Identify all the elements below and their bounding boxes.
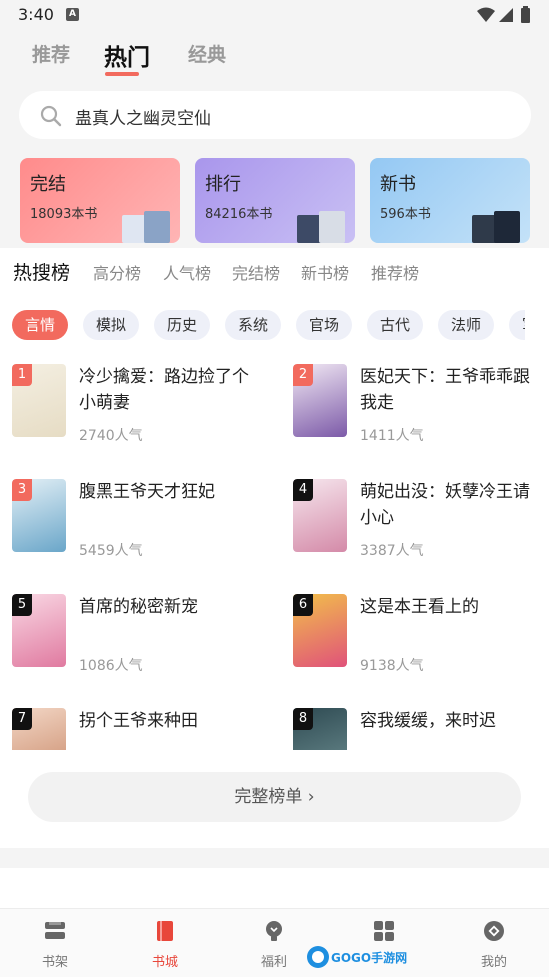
book-item[interactable]: 3 腹黑王爷天才狂妃 5459人气 xyxy=(12,479,272,574)
chip-simulation[interactable]: 模拟 xyxy=(83,310,140,340)
chip-history[interactable]: 历史 xyxy=(154,310,211,340)
signal-icon xyxy=(499,8,513,22)
card-completed[interactable]: 完结 18093本书 xyxy=(20,158,180,243)
rank-badge: 1 xyxy=(12,364,32,386)
book-popularity: 9138人气 xyxy=(360,658,424,674)
rank-tab-high-score[interactable]: 高分榜 xyxy=(93,260,141,284)
bookshelf-icon xyxy=(45,922,65,939)
profile-icon xyxy=(484,921,504,941)
nav-label: 我的 xyxy=(480,955,507,970)
nav-label: 书架 xyxy=(41,955,68,970)
search-icon xyxy=(40,105,62,127)
card-book-covers xyxy=(122,209,176,243)
tab-hot[interactable]: 热门 xyxy=(104,38,150,72)
book-cover: 7 xyxy=(12,708,66,750)
genre-chips: 言情 模拟 历史 系统 官场 古代 法师 军 xyxy=(0,310,525,342)
book-item[interactable]: 8 容我缓缓，来时迟 xyxy=(293,708,549,750)
book-title: 容我缓缓，来时迟 xyxy=(360,711,496,731)
rank-tab-popularity[interactable]: 人气榜 xyxy=(163,260,211,284)
book-item[interactable]: 4 萌妃出没：妖孽冷王请小心 3387人气 xyxy=(293,479,549,574)
book-title: 医妃天下：王爷乖乖跟我走 xyxy=(360,367,530,413)
book-title: 拐个王爷来种田 xyxy=(79,711,198,731)
card-book-covers xyxy=(297,209,351,243)
rank-badge: 5 xyxy=(12,594,32,616)
rank-tab-recommended[interactable]: 推荐榜 xyxy=(371,260,419,284)
tab-active-indicator xyxy=(105,72,139,76)
book-cover: 2 xyxy=(293,364,347,437)
book-title: 腹黑王爷天才狂妃 xyxy=(79,482,215,502)
wifi-icon xyxy=(477,7,495,22)
book-item[interactable]: 6 这是本王看上的 9138人气 xyxy=(293,594,549,689)
bulb-icon xyxy=(266,921,282,941)
book-title: 这是本王看上的 xyxy=(360,597,479,617)
rank-tab-new[interactable]: 新书榜 xyxy=(301,260,349,284)
section-divider xyxy=(0,848,549,868)
book-title: 萌妃出没：妖孽冷王请小心 xyxy=(360,482,530,528)
rank-badge: 7 xyxy=(12,708,32,730)
book-cover: 1 xyxy=(12,364,66,437)
nav-benefits[interactable]: 福利 xyxy=(244,919,304,970)
bottom-nav: 书架 书城 福利 我的 xyxy=(0,908,549,977)
nav-profile[interactable]: 我的 xyxy=(464,919,524,970)
svg-text:GOGO手游网: GOGO手游网 xyxy=(331,950,407,965)
search-query: 蛊真人之幽灵空仙 xyxy=(75,109,211,129)
book-icon xyxy=(157,921,173,941)
status-bar: 3:40 A xyxy=(0,0,549,30)
book-popularity: 2740人气 xyxy=(79,428,143,444)
chip-military[interactable]: 军 xyxy=(509,310,525,340)
rank-badge: 2 xyxy=(293,364,313,386)
card-title: 完结 xyxy=(30,174,66,195)
book-title: 首席的秘密新宠 xyxy=(79,597,198,617)
book-popularity: 3387人气 xyxy=(360,543,424,559)
nav-label: 书城 xyxy=(151,955,178,970)
tab-classic[interactable]: 经典 xyxy=(188,40,226,67)
status-time: 3:40 xyxy=(18,5,54,24)
book-item[interactable]: 1 冷少擒爱：路边捡了个小萌妻 2740人气 xyxy=(12,364,272,459)
nav-bookshelf[interactable]: 书架 xyxy=(25,919,85,970)
card-count: 18093本书 xyxy=(30,207,98,222)
card-count: 84216本书 xyxy=(205,207,273,222)
rank-badge: 3 xyxy=(12,479,32,501)
book-item[interactable]: 7 拐个王爷来种田 xyxy=(12,708,272,750)
chip-mage[interactable]: 法师 xyxy=(438,310,495,340)
grid-icon xyxy=(374,921,394,941)
chip-romance[interactable]: 言情 xyxy=(12,310,69,340)
chip-system[interactable]: 系统 xyxy=(225,310,282,340)
book-cover: 3 xyxy=(12,479,66,552)
card-count: 596本书 xyxy=(380,207,431,222)
rank-badge: 4 xyxy=(293,479,313,501)
header: 推荐 热门 经典 蛊真人之幽灵空仙 完结 18093本书 排行 84216本书 … xyxy=(0,30,549,248)
rank-tab-completed[interactable]: 完结榜 xyxy=(232,260,280,284)
nav-label: 福利 xyxy=(260,955,287,970)
rank-tab-hot-search[interactable]: 热搜榜 xyxy=(13,258,70,285)
book-cover: 4 xyxy=(293,479,347,552)
card-title: 排行 xyxy=(205,174,241,195)
book-item[interactable]: 5 首席的秘密新宠 1086人气 xyxy=(12,594,272,689)
card-title: 新书 xyxy=(380,174,416,195)
rank-badge: 6 xyxy=(293,594,313,616)
watermark-logo: GOGO手游网 xyxy=(307,946,407,968)
search-bar[interactable]: 蛊真人之幽灵空仙 xyxy=(19,91,531,139)
card-book-covers xyxy=(472,209,526,243)
card-new-books[interactable]: 新书 596本书 xyxy=(370,158,530,243)
book-cover: 8 xyxy=(293,708,347,750)
book-popularity: 1086人气 xyxy=(79,658,143,674)
book-cover: 5 xyxy=(12,594,66,667)
book-popularity: 1411人气 xyxy=(360,428,424,444)
notification-icon: A xyxy=(66,8,79,21)
tab-recommend[interactable]: 推荐 xyxy=(32,40,70,67)
ranking-tabs: 热搜榜 高分榜 人气榜 完结榜 新书榜 推荐榜 xyxy=(0,248,549,293)
nav-bookstore[interactable]: 书城 xyxy=(135,919,195,970)
rank-badge: 8 xyxy=(293,708,313,730)
book-popularity: 5459人气 xyxy=(79,543,143,559)
book-title: 冷少擒爱：路边捡了个小萌妻 xyxy=(79,367,249,413)
card-ranking[interactable]: 排行 84216本书 xyxy=(195,158,355,243)
chip-officialdom[interactable]: 官场 xyxy=(296,310,353,340)
status-icons xyxy=(477,6,530,23)
book-item[interactable]: 2 医妃天下：王爷乖乖跟我走 1411人气 xyxy=(293,364,549,459)
chip-ancient[interactable]: 古代 xyxy=(367,310,424,340)
battery-icon xyxy=(521,8,530,23)
full-ranking-button[interactable]: 完整榜单 › xyxy=(28,772,521,822)
book-cover: 6 xyxy=(293,594,347,667)
